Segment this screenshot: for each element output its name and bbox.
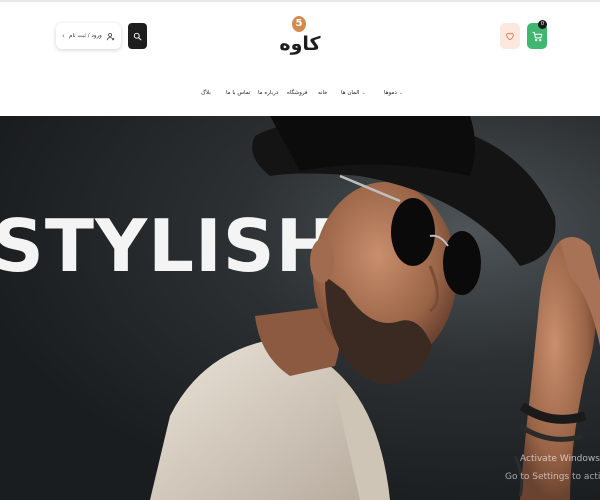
nav-item-label: درباره ما: [258, 90, 279, 96]
login-register-button[interactable]: ‹ ورود / ثبت نام: [56, 23, 121, 49]
nav-item-about[interactable]: درباره ما: [258, 90, 278, 96]
main-navigation: دموها ⌄ المان ها ⌄ خانه فروشگاه درباره ما …: [0, 90, 600, 102]
activate-windows-subtitle: Go to Settings to activate Windows.: [505, 472, 600, 482]
site-header: 0 5 کاوه ‹ ورود / ثبت نام دموها ⌄ المان ه…: [0, 2, 600, 116]
cart-count-badge: 0: [538, 20, 547, 29]
logo-number-badge: 5: [292, 16, 306, 32]
nav-item-demos[interactable]: دموها ⌄: [384, 90, 403, 96]
search-button[interactable]: [128, 23, 147, 49]
logo-text: کاوه: [279, 33, 321, 55]
wishlist-button[interactable]: [500, 23, 520, 49]
heart-icon: [506, 32, 514, 41]
login-register-label: ورود / ثبت نام: [69, 33, 102, 39]
caret-down-icon: ⌄: [361, 90, 366, 96]
nav-item-blog[interactable]: بلاگ: [201, 90, 211, 96]
hero-model-image: [150, 116, 600, 500]
nav-item-label: خانه: [318, 90, 328, 96]
nav-item-home[interactable]: خانه: [318, 90, 328, 96]
activate-windows-title: Activate Windows: [520, 454, 600, 464]
user-icon: [106, 32, 115, 40]
nav-item-label: فروشگاه: [287, 90, 308, 96]
nav-item-elements[interactable]: المان ها ⌄: [341, 90, 366, 96]
nav-item-label: دموها: [384, 90, 397, 96]
nav-item-label: المان ها: [341, 90, 360, 96]
nav-item-label: بلاگ: [201, 90, 211, 96]
nav-item-shop[interactable]: فروشگاه: [287, 90, 308, 96]
nav-item-contact[interactable]: تماس با ما: [226, 90, 250, 96]
caret-down-icon: ⌄: [398, 90, 404, 96]
search-icon: [133, 32, 142, 40]
cart-icon: [531, 31, 542, 41]
nav-item-label: تماس با ما: [226, 90, 251, 96]
hero-banner[interactable]: STYLISH Activate Windows Go to Settings …: [0, 116, 600, 500]
chevron-left-icon: ‹: [62, 32, 65, 40]
